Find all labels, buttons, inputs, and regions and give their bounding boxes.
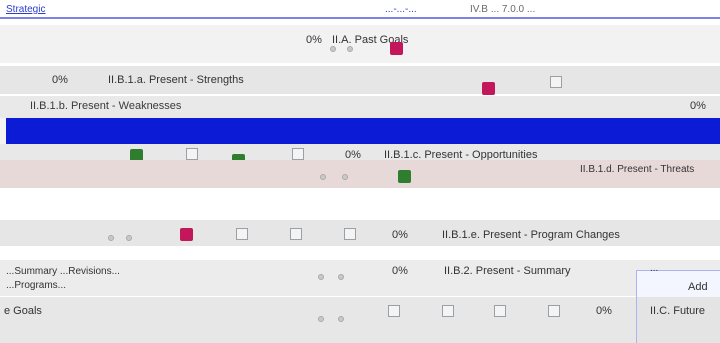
document-icon[interactable] (186, 148, 198, 160)
status-dot (126, 235, 132, 241)
status-dot (320, 174, 326, 180)
right-panel-top-text: ... (650, 263, 659, 274)
status-dot (108, 235, 114, 241)
edit-icon[interactable] (548, 305, 560, 317)
right-panel-bottom (636, 297, 720, 343)
row-8[interactable] (0, 297, 720, 343)
document-icon[interactable] (236, 228, 248, 240)
status-dot (338, 316, 344, 322)
top-divider (0, 17, 720, 19)
row-1-pct: 0% (306, 34, 322, 46)
row-7-pct: 0% (392, 265, 408, 277)
status-dot (342, 174, 348, 180)
row-7-label[interactable]: II.B.2. Present - Summary (444, 265, 571, 277)
summary-label[interactable]: ...Summary ...Revisions... (6, 266, 120, 277)
status-dot (338, 274, 344, 280)
row-2-pct: 0% (52, 74, 68, 86)
row-8-pct: 0% (596, 305, 612, 317)
document-icon[interactable] (550, 76, 562, 88)
goals-label[interactable]: e Goals (4, 305, 42, 317)
row-6-pct: 0% (392, 229, 408, 241)
thumbs-down-icon[interactable] (482, 82, 495, 95)
status-dot (318, 316, 324, 322)
program-label[interactable]: ...Programs... (6, 280, 66, 291)
edit-icon[interactable] (292, 148, 304, 160)
document-icon[interactable] (494, 305, 506, 317)
row-6-label[interactable]: II.B.1.e. Present - Program Changes (442, 229, 620, 241)
status-dot (318, 274, 324, 280)
add-button[interactable]: Add (688, 281, 708, 293)
top-link-right[interactable]: ...-...-... (385, 4, 417, 15)
row-5-label[interactable]: II.B.1.d. Present - Threats (580, 164, 694, 175)
edit-icon[interactable] (442, 305, 454, 317)
top-menu-label: IV.B ... 7.0.0 ... (470, 4, 536, 15)
document-icon[interactable] (344, 228, 356, 240)
document-icon[interactable] (388, 305, 400, 317)
edit-icon[interactable] (290, 228, 302, 240)
blue-bar-left-strip (0, 118, 6, 144)
thumbs-down-icon[interactable] (180, 228, 193, 241)
selection-bar (0, 118, 720, 144)
top-link-left[interactable]: Strategic (6, 4, 45, 15)
status-dot (347, 46, 353, 52)
future-label[interactable]: II.C. Future (650, 305, 705, 317)
row-3-pct: 0% (690, 100, 706, 112)
thumbs-up-icon[interactable] (398, 170, 411, 183)
status-dot (330, 46, 336, 52)
thumbs-down-icon[interactable] (390, 42, 403, 55)
row-3-label[interactable]: II.B.1.b. Present - Weaknesses (30, 100, 181, 112)
row-2-label[interactable]: II.B.1.a. Present - Strengths (108, 74, 244, 86)
